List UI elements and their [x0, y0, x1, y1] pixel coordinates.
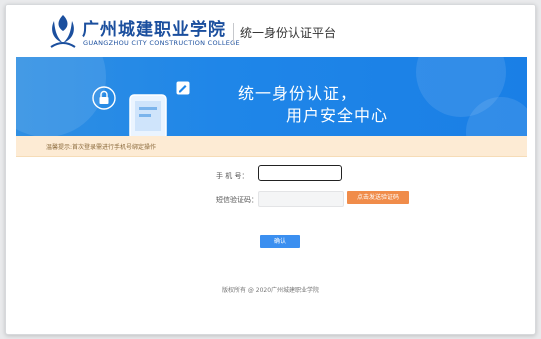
edit-icon	[176, 81, 190, 95]
page-header: 广州城建职业学院 GUANGZHOU CITY CONSTRUCTION COL…	[6, 5, 535, 57]
footer-copyright: 版权所有 @ 2020广州城建职业学院	[221, 287, 320, 294]
banner-headline: 统一身份认证，	[238, 84, 358, 103]
school-logo-icon	[50, 15, 76, 48]
confirm-button[interactable]: 确认	[260, 235, 300, 248]
school-name-english: GUANGZHOU CITY CONSTRUCTION COLLEGE	[83, 39, 240, 47]
notice-bar: 温馨提示:首次登录需进行手机号绑定操作	[16, 136, 527, 157]
phone-illustration-icon	[129, 94, 167, 136]
school-name: 广州城建职业学院	[82, 20, 226, 40]
page-window: 广州城建职业学院 GUANGZHOU CITY CONSTRUCTION COL…	[5, 4, 536, 335]
banner-subheadline: 用户安全中心	[286, 106, 389, 125]
header-divider	[233, 23, 234, 45]
lock-icon	[92, 86, 116, 110]
sms-code-input[interactable]	[258, 191, 344, 207]
phone-input[interactable]	[258, 165, 342, 181]
notice-text: 温馨提示:首次登录需进行手机号绑定操作	[46, 144, 157, 151]
phone-label: 手 机 号：	[216, 172, 249, 180]
send-code-button[interactable]: 点击发送验证码	[347, 191, 409, 204]
platform-title: 统一身份认证平台	[240, 26, 337, 40]
banner: 统一身份认证， 用户安全中心	[16, 57, 527, 136]
sms-code-label: 短信验证码：	[216, 196, 258, 204]
